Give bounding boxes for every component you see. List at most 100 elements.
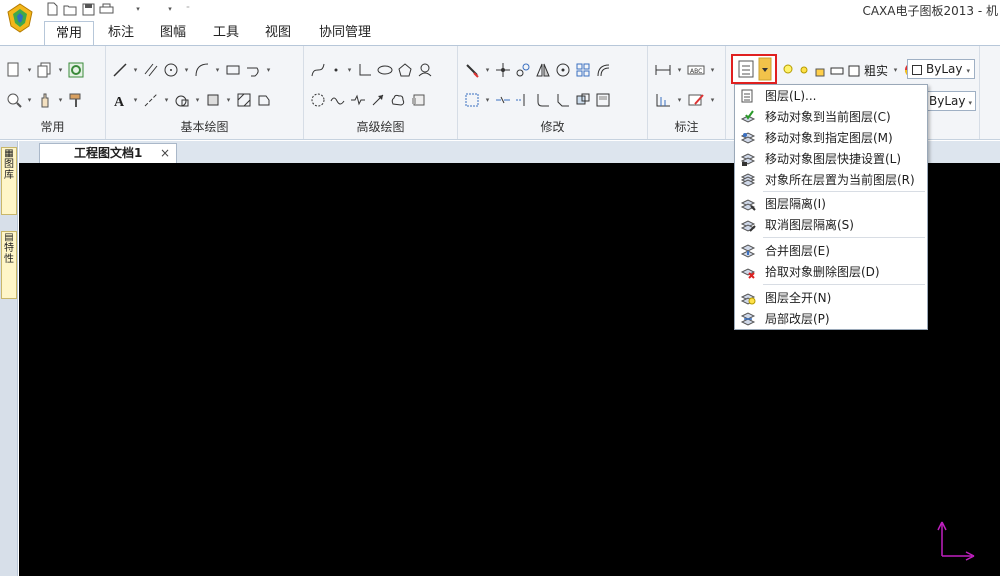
ellipse-icon[interactable] [377,60,393,80]
layer-dropdown-menu: 图层(L)... 移动对象到当前图层(C) 移动对象到指定图层(M) 移动对象图… [734,84,928,330]
tab-sheet[interactable]: 图幅 [152,21,194,45]
new-doc-icon[interactable] [6,60,22,80]
centerline-icon[interactable] [143,90,159,110]
layer-icon [735,85,761,106]
move-icon[interactable] [495,60,511,80]
edit-annotation-icon[interactable] [687,90,705,110]
arc-icon[interactable] [194,60,210,80]
pan-icon[interactable] [37,90,53,110]
copy-icon[interactable] [37,60,53,80]
open-folder-icon[interactable] [62,1,78,17]
group-common: ▾ ▾ ▾ ▾ 常用 [0,46,106,139]
library-dock-tab[interactable]: ▦ 图 库 [1,147,17,215]
wave-line-icon[interactable] [330,90,346,110]
move-to-layer-icon [735,127,761,148]
print-icon[interactable] [98,1,114,17]
polygon-icon[interactable] [397,60,413,80]
menu-item-layer-isolate[interactable]: 图层隔离(I) [735,193,927,214]
properties-dock-tab[interactable]: ▤ 特 性 [1,231,17,299]
linetype-label[interactable]: 粗实 [864,62,888,79]
lock-icon[interactable] [814,60,826,80]
linetype-select[interactable]: ByLay ▾ [924,91,976,111]
coordinate-dim-icon[interactable] [654,90,672,110]
group-advanced-draw: ▾ 高级绘图 [304,46,458,139]
mirror-icon[interactable] [535,60,551,80]
menu-item-layer-quick-setting[interactable]: 移动对象图层快捷设置(L) [735,148,927,169]
lightbulb-icon[interactable] [782,60,794,80]
save-icon[interactable] [80,1,96,17]
array-icon[interactable] [575,60,591,80]
tab-common[interactable]: 常用 [44,21,94,45]
fillet-icon[interactable] [535,90,551,110]
hole-icon[interactable] [417,60,433,80]
line-icon[interactable] [112,60,128,80]
point-icon[interactable] [330,60,342,80]
printer-toggle-icon[interactable] [830,60,844,80]
tab-view[interactable]: 视图 [257,21,299,45]
close-tab-icon[interactable]: × [160,144,170,163]
rectangle-icon[interactable] [225,60,241,80]
menu-item-layer[interactable]: 图层(L)... [735,85,927,106]
angle-line-icon[interactable] [357,60,373,80]
boundary-icon[interactable] [256,90,272,110]
color-square-icon[interactable] [848,60,860,80]
quick-access-toolbar: ▾ ▾ ⁼ [44,1,196,17]
polyline-icon[interactable] [245,60,261,80]
tab-tools[interactable]: 工具 [205,21,247,45]
dimension-icon[interactable] [654,60,672,80]
refresh-icon[interactable] [68,60,84,80]
parallel-line-icon[interactable] [143,60,159,80]
layer-dropdown-button[interactable] [731,54,777,84]
copy-move-icon[interactable] [515,60,531,80]
explode-icon[interactable] [575,90,591,110]
trim-icon[interactable] [464,90,480,110]
break-icon[interactable] [515,90,531,110]
tab-annotate[interactable]: 标注 [100,21,142,45]
group-basic-draw: ▾ ▾ ▾ ▾ A ▾ ▾ ▾ ▾ 基本绘图 [106,46,304,139]
menu-item-partial-change-layer[interactable]: 局部改层(P) [735,308,927,329]
menu-item-merge-layers[interactable]: 合并图层(E) [735,240,927,261]
hatch-fill-icon[interactable] [236,90,252,110]
gear-shape-icon[interactable] [310,90,326,110]
sun-icon[interactable] [798,60,810,80]
stretch-icon[interactable] [595,90,611,110]
format-painter-icon[interactable] [68,90,84,110]
group-label-basic-draw: 基本绘图 [180,120,229,134]
spline-icon[interactable] [310,60,326,80]
customize-qat-icon[interactable]: ⁼ [180,1,196,17]
menu-item-layers-all-on[interactable]: 图层全开(N) [735,287,927,308]
properties-icon: ▤ [4,232,14,243]
image-insert-icon[interactable] [410,90,426,110]
partial-change-layer-icon [735,308,761,329]
hatch-icon[interactable] [174,90,190,110]
menu-item-move-to-current-layer[interactable]: 移动对象到当前图层(C) [735,106,927,127]
extend-icon[interactable] [495,90,511,110]
arrow-icon[interactable] [370,90,386,110]
menu-separator [763,284,925,285]
redo-dropdown-icon[interactable]: ▾ [162,1,178,17]
text-annotation-icon[interactable]: ABC [687,60,705,80]
group-annotate: ▾ ABC ▾ ▾ ▾ 标注 [648,46,726,139]
chamfer-icon[interactable] [555,90,571,110]
text-icon[interactable]: A [112,90,128,110]
color-select[interactable]: ByLay ▾ [907,59,975,79]
menu-item-set-current-layer[interactable]: 对象所在层置为当前图层(R) [735,169,927,190]
zoom-icon[interactable] [6,90,22,110]
document-tab[interactable]: 工程图文档1 × [39,143,177,164]
break-line-icon[interactable] [350,90,366,110]
circle-icon[interactable] [163,60,179,80]
menu-item-delete-layer[interactable]: 拾取对象删除图层(D) [735,261,927,282]
offset-icon[interactable] [595,60,611,80]
rotate-icon[interactable] [555,60,571,80]
menu-item-layer-unisolate[interactable]: 取消图层隔离(S) [735,214,927,235]
delete-icon[interactable] [464,60,480,80]
set-current-layer-icon [735,169,761,190]
new-file-icon[interactable] [44,1,60,17]
svg-text:A: A [114,95,125,108]
tab-collaboration[interactable]: 协同管理 [310,21,380,45]
menu-item-move-to-layer[interactable]: 移动对象到指定图层(M) [735,127,927,148]
block-icon[interactable] [205,90,221,110]
cloud-line-icon[interactable] [390,90,406,110]
undo-dropdown-icon[interactable]: ▾ [130,1,146,17]
library-tab-label: 图 库 [4,159,14,181]
